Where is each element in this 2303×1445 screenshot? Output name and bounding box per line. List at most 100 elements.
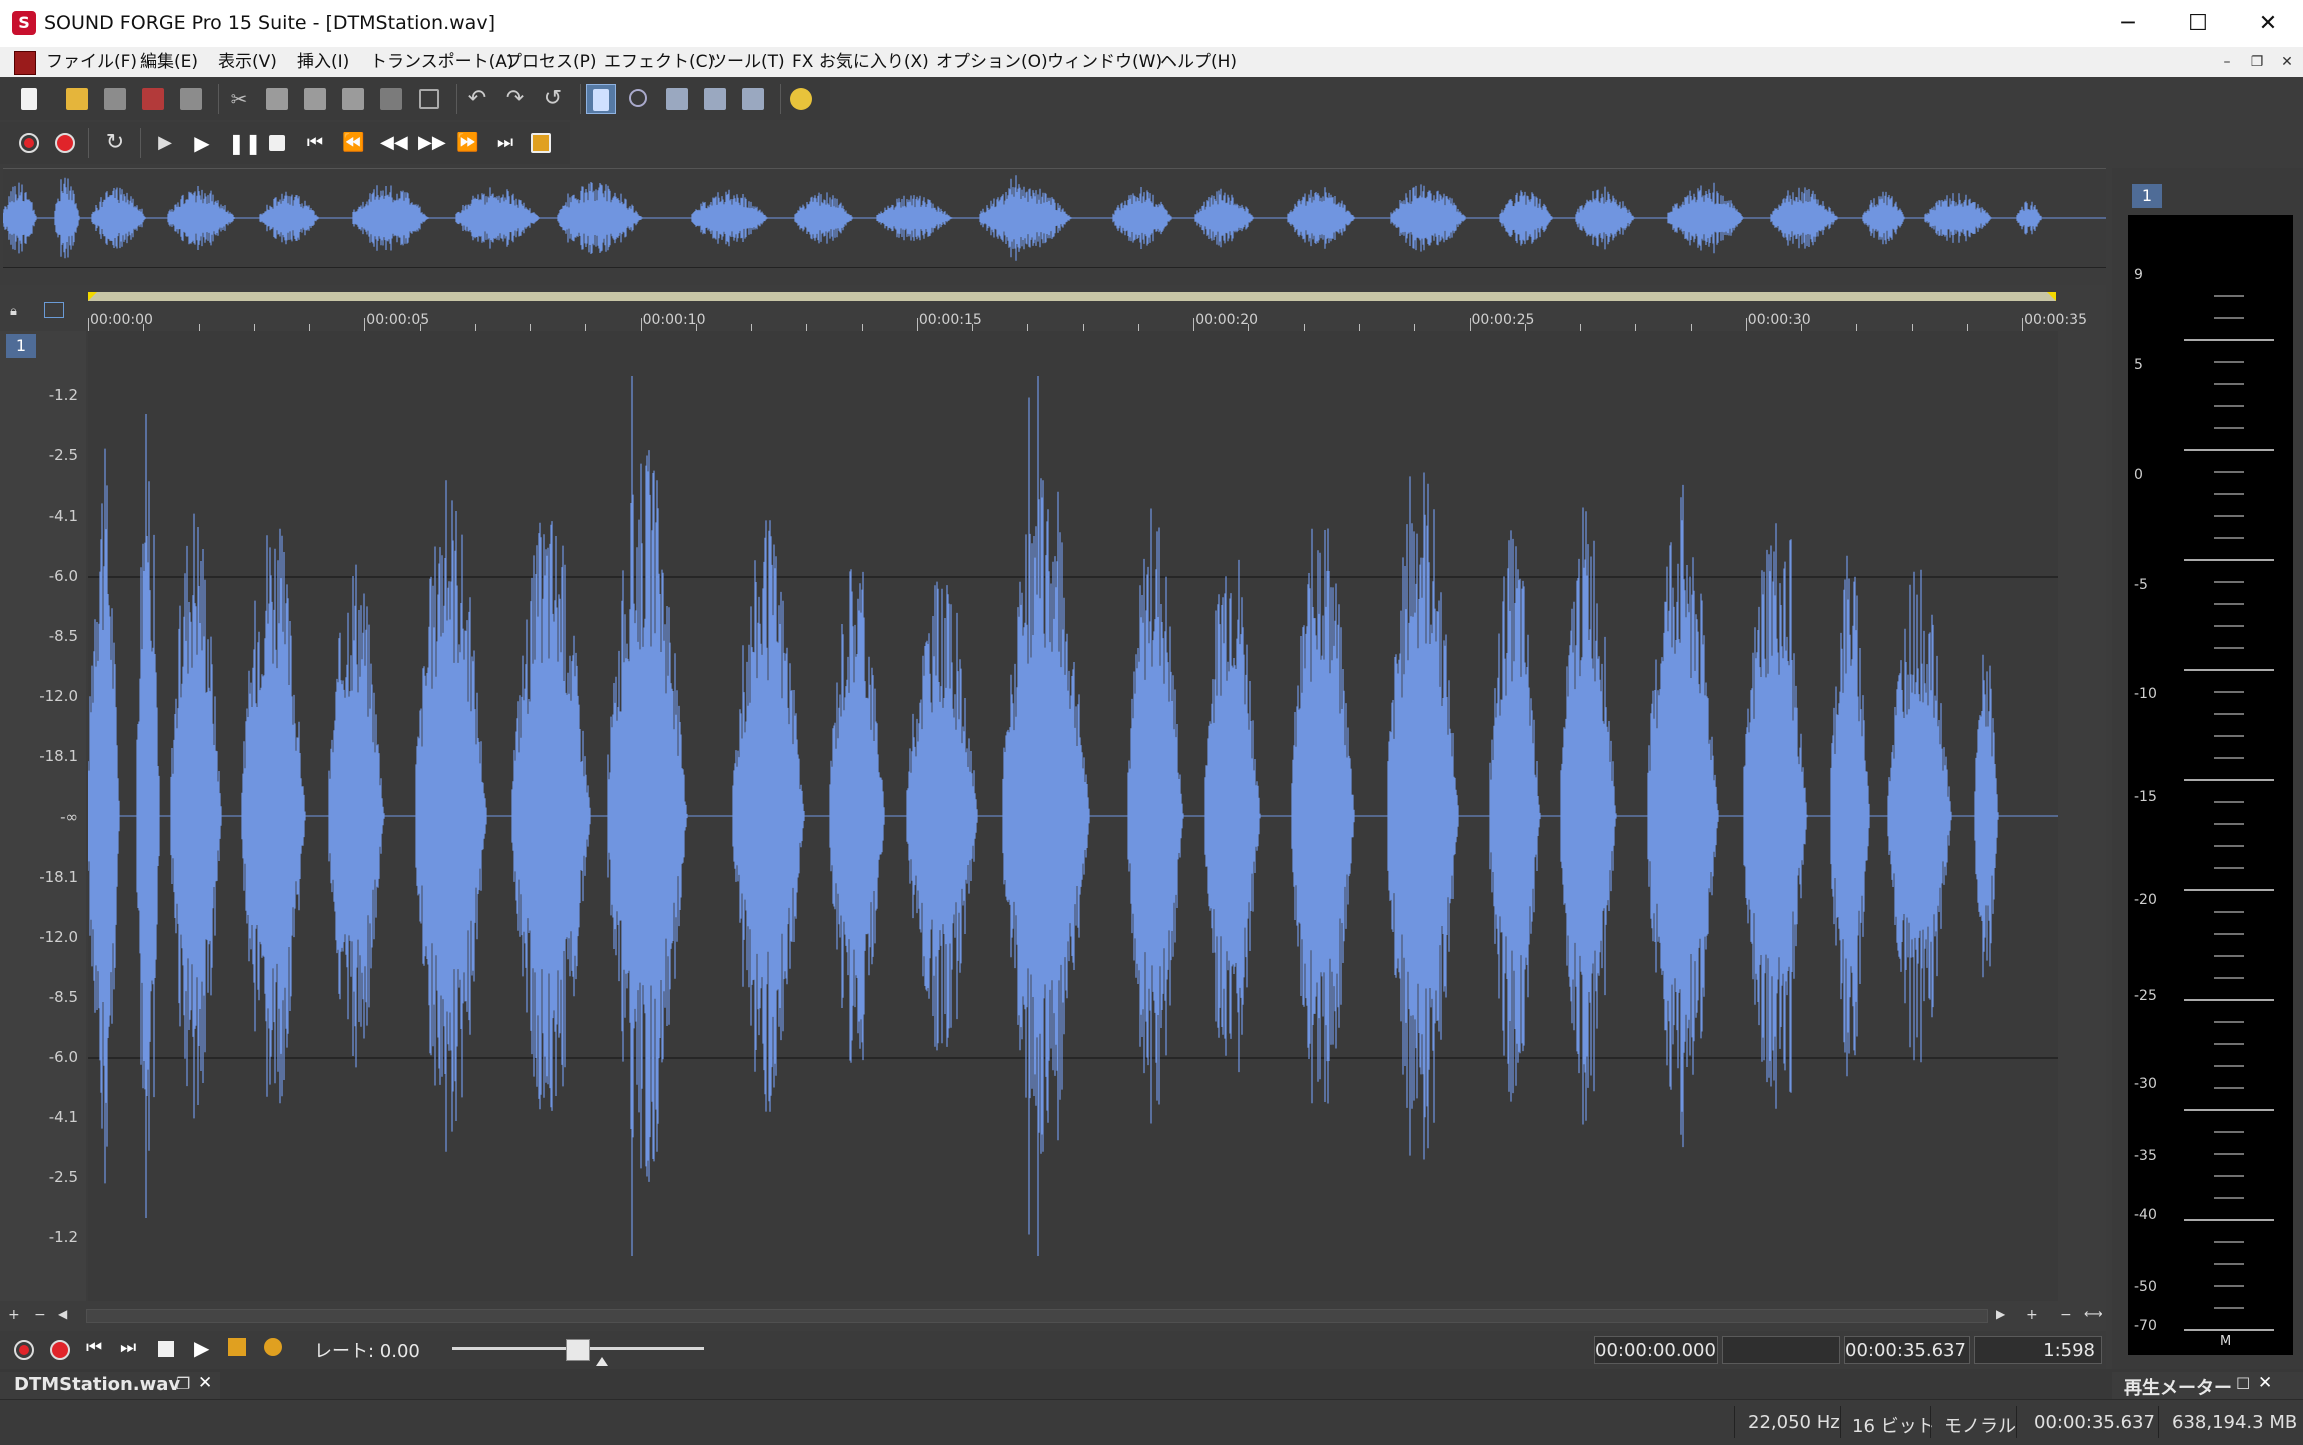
menu-file[interactable]: ファイル(F) xyxy=(46,51,137,73)
menu-transport[interactable]: トランスポート(A) xyxy=(370,51,514,73)
stop-small-icon[interactable] xyxy=(158,1341,174,1357)
snap-icon[interactable] xyxy=(44,302,64,318)
record-small-icon[interactable] xyxy=(50,1340,70,1360)
meter-segment xyxy=(2214,1021,2244,1023)
undo-icon[interactable]: ↶ xyxy=(462,84,492,114)
record-options-small-icon[interactable] xyxy=(14,1340,34,1360)
mdi-minimize-button[interactable]: – xyxy=(2214,51,2240,73)
next-marker-icon[interactable]: ⏩ xyxy=(452,128,482,158)
go-to-start-small-icon[interactable]: ⏮ xyxy=(86,1337,102,1358)
save-icon[interactable] xyxy=(100,84,130,114)
meter-segment xyxy=(2214,713,2244,715)
scrub-icon[interactable] xyxy=(264,1338,282,1356)
help-icon[interactable] xyxy=(786,84,816,114)
menu-window[interactable]: ウィンドウ(W) xyxy=(1047,51,1162,73)
scroll-left-icon[interactable]: ◀ xyxy=(58,1307,67,1321)
event-tool-icon[interactable] xyxy=(700,84,730,114)
go-to-end-icon[interactable]: ⏭ xyxy=(490,128,520,158)
fast-forward-icon[interactable]: ▶▶ xyxy=(414,128,446,158)
magnify-tool-icon[interactable] xyxy=(624,84,654,114)
go-to-end-small-icon[interactable]: ⏭ xyxy=(120,1337,136,1358)
document-icon[interactable] xyxy=(14,51,36,75)
mix-icon[interactable] xyxy=(338,84,368,114)
open-folder-icon[interactable] xyxy=(62,84,92,114)
paste-special-icon[interactable] xyxy=(376,84,406,114)
meter-restore-icon[interactable]: ☐ xyxy=(2236,1374,2250,1393)
cut-icon[interactable]: ✂ xyxy=(224,84,254,114)
menu-effects[interactable]: エフェクト(C) xyxy=(604,51,714,73)
repeat-icon[interactable]: ↺ xyxy=(538,84,568,114)
zoom-in-horizontal-icon[interactable]: + xyxy=(2026,1307,2038,1323)
zoom-fit-icon[interactable]: ⟷ xyxy=(2084,1307,2103,1322)
selection-end-marker[interactable] xyxy=(2047,292,2056,301)
status-channels[interactable]: モノラル xyxy=(1944,1412,2016,1438)
tab-dtmstation[interactable]: DTMStation.wav ❐ ✕ xyxy=(0,1372,220,1402)
status-sample-rate[interactable]: 22,050 Hz xyxy=(1748,1412,1840,1433)
waveform-display[interactable] xyxy=(87,331,2058,1301)
selection-bar[interactable] xyxy=(88,292,2056,301)
selection-start-marker[interactable] xyxy=(88,292,97,301)
paste-icon[interactable] xyxy=(300,84,330,114)
record-options-icon[interactable] xyxy=(14,128,44,158)
pencil-playbar-icon[interactable] xyxy=(228,1338,246,1356)
track-number-badge[interactable]: 1 xyxy=(6,334,36,358)
play-small-icon[interactable]: ▶ xyxy=(194,1336,209,1360)
horizontal-scrollbar[interactable] xyxy=(86,1309,1988,1323)
pencil-tool-icon[interactable] xyxy=(662,84,692,114)
tab-playback-meter[interactable]: 再生メーター ☐ ✕ xyxy=(2112,1372,2303,1399)
selection-end-time[interactable] xyxy=(1722,1336,1840,1364)
crop-icon[interactable] xyxy=(414,84,444,114)
ruler-major-tick xyxy=(640,318,642,331)
menu-options[interactable]: オプション(O) xyxy=(936,51,1048,73)
menu-help[interactable]: ヘルプ(H) xyxy=(1160,51,1237,73)
tab-close-icon[interactable]: ✕ xyxy=(198,1373,212,1393)
loop-playback-icon[interactable]: ↻ xyxy=(100,128,130,158)
scroll-right-icon[interactable]: ▶ xyxy=(1996,1307,2005,1321)
meter-channel-badge[interactable]: 1 xyxy=(2132,184,2162,208)
menu-insert[interactable]: 挿入(I) xyxy=(297,51,349,73)
zoom-out-horizontal-icon[interactable]: − xyxy=(2060,1307,2072,1323)
menu-edit[interactable]: 編集(E) xyxy=(140,51,198,73)
mdi-restore-button[interactable]: ❐ xyxy=(2244,51,2270,73)
record-icon[interactable] xyxy=(50,128,80,158)
tab-restore-icon[interactable]: ❐ xyxy=(176,1374,190,1393)
selection-start-time[interactable]: 00:00:00.000 xyxy=(1594,1336,1718,1364)
lock-icon[interactable]: 🔒︎ xyxy=(10,304,24,319)
save-as-icon[interactable] xyxy=(138,84,168,114)
envelope-tool-icon[interactable] xyxy=(738,84,768,114)
rewind-icon[interactable]: ◀◀ xyxy=(376,128,408,158)
zoom-ratio[interactable]: 1:598 xyxy=(1974,1336,2102,1364)
minimize-button[interactable]: ─ xyxy=(2093,0,2163,47)
record-arm-icon[interactable] xyxy=(526,128,556,158)
go-to-start-icon[interactable]: ⏮ xyxy=(300,128,330,158)
stop-icon[interactable] xyxy=(262,128,292,158)
ruler-minor-tick xyxy=(695,324,697,331)
previous-marker-icon[interactable]: ⏪ xyxy=(338,128,368,158)
menu-process[interactable]: プロセス(P) xyxy=(505,51,597,73)
menu-view[interactable]: 表示(V) xyxy=(218,51,277,73)
save-all-icon[interactable] xyxy=(176,84,206,114)
zoom-in-vertical-icon[interactable]: + xyxy=(8,1307,20,1323)
maximize-button[interactable]: ☐ xyxy=(2163,0,2233,47)
edit-tool-icon[interactable] xyxy=(586,84,616,114)
close-button[interactable]: ✕ xyxy=(2233,0,2303,47)
status-bit-depth[interactable]: 16 ビット xyxy=(1852,1412,1935,1438)
meter-close-icon[interactable]: ✕ xyxy=(2258,1373,2272,1393)
play-icon[interactable]: ▶ xyxy=(187,128,217,158)
ruler-minor-tick xyxy=(1911,324,1913,331)
meter-segment xyxy=(2214,493,2244,495)
meter-segment xyxy=(2214,977,2244,979)
play-all-icon[interactable]: ▶ xyxy=(150,128,180,158)
overview-waveform[interactable] xyxy=(2,168,2106,268)
selection-length-time[interactable]: 00:00:35.637 xyxy=(1844,1336,1970,1364)
menu-tools[interactable]: ツール(T) xyxy=(710,51,785,73)
menu-fx-favorites[interactable]: FX お気に入り(X) xyxy=(792,51,929,73)
mdi-close-button[interactable]: ✕ xyxy=(2274,51,2300,73)
rate-slider-thumb[interactable] xyxy=(566,1339,590,1361)
meter-segment xyxy=(2214,603,2244,605)
new-file-icon[interactable] xyxy=(14,84,44,114)
zoom-out-vertical-icon[interactable]: − xyxy=(34,1307,46,1323)
copy-icon[interactable] xyxy=(262,84,292,114)
redo-icon[interactable]: ↷ xyxy=(500,84,530,114)
pause-icon[interactable]: ❚❚ xyxy=(224,128,262,158)
